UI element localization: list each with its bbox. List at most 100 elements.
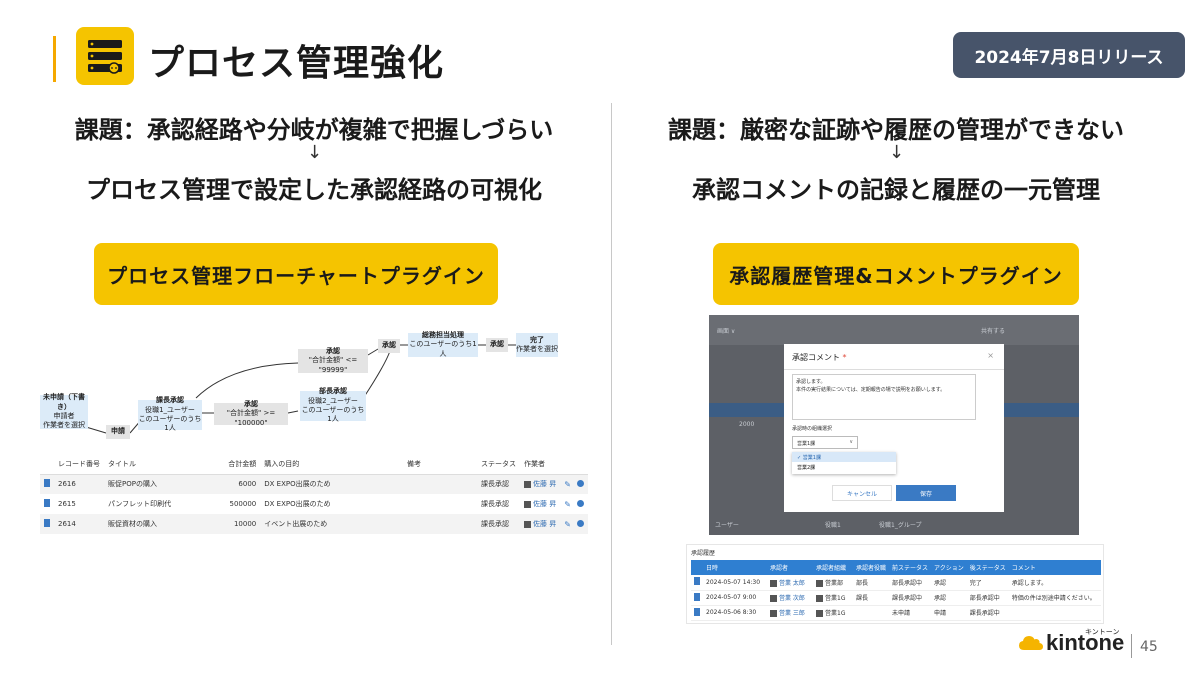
table-header-cell[interactable]: 備考 xyxy=(403,454,477,474)
save-button[interactable]: 保存 xyxy=(896,485,956,501)
table-header-cell[interactable]: レコード番号 xyxy=(54,454,104,474)
history-user[interactable]: 営業 次郎 xyxy=(779,595,805,602)
record-purpose: DX EXPO出展のため xyxy=(264,480,331,489)
flow-action-approve-low: 承認 "合計金額" >= "100000" xyxy=(214,399,288,427)
history-after: 完了 xyxy=(966,575,1009,591)
document-icon[interactable] xyxy=(694,592,700,601)
dropdown-option[interactable]: 営業2課 xyxy=(792,462,896,472)
table-header-cell[interactable]: 作業者 xyxy=(520,454,560,474)
approval-history-plugin-label: 承認履歴管理&コメントプラグイン xyxy=(713,243,1079,305)
column-divider xyxy=(611,103,612,645)
bg-user-label: ユーザー xyxy=(715,522,739,529)
table-row[interactable]: 2614 販促資材の購入 10000 イベント出展のため 課長承認 佐藤 昇 ✎ xyxy=(40,514,588,534)
table-header-spacer xyxy=(560,454,588,474)
left-solution-text: プロセス管理で設定した承認経路の可視化 xyxy=(86,176,542,204)
user-icon xyxy=(524,500,532,508)
history-header-row: 日時 承認者 承認者組織 承認者役職 前ステータス アクション 後ステータス コ… xyxy=(691,560,1101,575)
user-icon xyxy=(524,520,532,528)
flow-node-line: 役職1_ユーザー xyxy=(145,405,195,414)
table-header-cell[interactable]: 購入の目的 xyxy=(260,454,403,474)
edit-pencil-icon[interactable]: ✎ xyxy=(564,480,571,489)
connector-start-apply xyxy=(85,426,107,434)
approval-history-panel: 承認履歴 日時 承認者 承認者組織 承認者役職 前ステータス アクション 後ステ… xyxy=(686,544,1104,624)
table-header-cell[interactable]: ステータス xyxy=(477,454,520,474)
record-purpose: イベント出展のため xyxy=(264,520,328,528)
comment-textarea[interactable]: 承認します。 本件の実行結果については、定期報告の場で説明をお願いします。 xyxy=(792,374,976,420)
history-user[interactable]: 営業 太郎 xyxy=(779,580,805,587)
record-note xyxy=(403,494,477,514)
user-icon xyxy=(770,610,777,617)
delete-icon[interactable] xyxy=(577,479,584,487)
connector-kacho-high xyxy=(195,362,299,399)
table-header-row: レコード番号 タイトル 合計金額 購入の目的 備考 ステータス 作業者 xyxy=(40,454,588,474)
flow-action-apply: 申請 xyxy=(106,425,130,439)
flow-condition: "合計金額" >= "100000" xyxy=(226,409,276,427)
document-icon[interactable] xyxy=(44,479,50,488)
right-solution-text: 承認コメントの記録と履歴の一元管理 xyxy=(692,176,1100,204)
delete-icon[interactable] xyxy=(577,499,584,507)
approval-comment-dialog: 承認コメント * × 承認します。 本件の実行結果については、定期報告の場で説明… xyxy=(784,344,1004,512)
history-comment xyxy=(1008,605,1101,621)
cancel-button[interactable]: キャンセル xyxy=(832,485,892,501)
comment-line: 承認します。 xyxy=(796,379,826,385)
flow-node-draft: 未申請（下書き） 申請者 作業者を選択 xyxy=(40,393,88,429)
org-icon xyxy=(816,610,823,617)
edit-pencil-icon[interactable]: ✎ xyxy=(564,520,571,529)
flow-action-approve-soumu: 承認 xyxy=(486,338,508,352)
history-org: 営業1G xyxy=(825,610,846,617)
comment-line: 本件の実行結果については、定期報告の場で説明をお願いします。 xyxy=(796,387,946,393)
dropdown-option[interactable]: ✓ 営業1課 xyxy=(792,452,896,462)
org-select[interactable]: 営業1課 ∨ xyxy=(792,436,858,449)
history-user[interactable]: 営業 三郎 xyxy=(779,610,805,617)
table-header-cell[interactable]: タイトル xyxy=(104,454,224,474)
record-worker[interactable]: 佐藤 昇 xyxy=(533,520,556,528)
document-icon[interactable] xyxy=(694,607,700,616)
document-icon[interactable] xyxy=(44,519,50,527)
flow-action-label: 承認 xyxy=(326,346,340,355)
document-icon[interactable] xyxy=(44,499,50,507)
page-number: 45 xyxy=(1140,639,1158,655)
record-title: 販促POPの購入 xyxy=(108,480,157,489)
flow-action-label: 承認 xyxy=(244,399,258,408)
flow-node-title: 未申請（下書き） xyxy=(43,393,85,411)
table-header-cell[interactable]: 合計金額 xyxy=(224,454,260,474)
record-worker[interactable]: 佐藤 昇 xyxy=(533,500,556,508)
history-date: 2024-05-06 8:30 xyxy=(703,605,767,621)
record-status: 課長承認 xyxy=(481,480,510,489)
record-note xyxy=(403,474,477,494)
document-icon[interactable] xyxy=(694,577,700,586)
flow-node-title: 課長承認 xyxy=(156,396,184,405)
history-before: 部長承認中 xyxy=(889,575,932,591)
process-flowchart: 未申請（下書き） 申請者 作業者を選択 申請 課長承認 役職1_ユーザー このユ… xyxy=(40,325,600,450)
close-icon[interactable]: × xyxy=(987,351,994,360)
share-button[interactable]: 共有する xyxy=(981,326,1005,335)
flow-node-line: 役職2_ユーザー xyxy=(308,396,358,405)
flow-node-line: このユーザーのうち1人 xyxy=(409,340,477,358)
approval-history-table: 日時 承認者 承認者組織 承認者役職 前ステータス アクション 後ステータス コ… xyxy=(691,560,1101,621)
flow-node-line: このユーザーのうち1人 xyxy=(301,406,365,424)
flow-node-done: 完了 作業者を選択 xyxy=(516,333,558,357)
required-mark: * xyxy=(842,353,847,362)
edit-pencil-icon[interactable]: ✎ xyxy=(564,500,571,509)
history-after: 課長承認中 xyxy=(966,605,1009,621)
dialog-title: 承認コメント * xyxy=(792,352,847,363)
delete-icon[interactable] xyxy=(577,519,584,527)
connector-high-approve xyxy=(367,348,379,356)
page-title: プロセス管理強化 xyxy=(148,43,445,84)
history-header-cell: アクション xyxy=(931,560,967,575)
bg-role-label: 役職1 xyxy=(825,522,841,529)
table-row[interactable]: 2615 パンフレット印刷代 500000 DX EXPO出展のため 課長承認 … xyxy=(40,494,588,514)
history-role: 部長 xyxy=(853,575,890,591)
view-selector[interactable]: 画面 ∨ xyxy=(717,326,735,335)
flow-action-approve-high: 承認 "合計金額" <= "99999" xyxy=(298,346,368,374)
table-row[interactable]: 2616 販促POPの購入 6000 DX EXPO出展のため 課長承認 佐藤 … xyxy=(40,474,588,494)
record-id: 2615 xyxy=(58,500,76,508)
title-accent-bar xyxy=(53,36,56,82)
flow-action-approve-bucho: 承認 xyxy=(378,339,400,353)
record-worker[interactable]: 佐藤 昇 xyxy=(533,480,556,488)
record-amount: 6000 xyxy=(238,480,257,489)
app-toolbar xyxy=(709,315,1079,345)
history-after: 部長承認中 xyxy=(966,590,1009,606)
left-issue-text: 課題：承認経路や分岐が複雑で把握しづらい xyxy=(74,116,554,144)
flow-node-bucho: 部長承認 役職2_ユーザー このユーザーのうち1人 xyxy=(300,387,366,423)
